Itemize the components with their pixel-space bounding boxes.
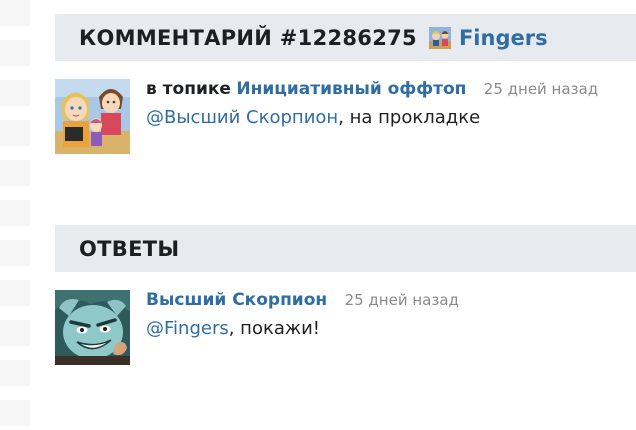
replies-title: ОТВЕТЫ — [79, 236, 180, 261]
reply-text: , покажи! — [228, 318, 320, 339]
reply-meta: Высший Скорпион 25 дней назад — [146, 290, 459, 310]
comment-text: , на прокладке — [338, 107, 481, 128]
reply-author-link[interactable]: Высший Скорпион — [146, 290, 327, 310]
mention-link[interactable]: @Fingers — [146, 318, 229, 339]
replies-header: ОТВЕТЫ — [55, 225, 636, 272]
comment-author-name: Fingers — [458, 25, 548, 50]
author-mini-avatar-icon — [428, 26, 451, 49]
commenter-avatar[interactable] — [55, 79, 130, 154]
comment-header: КОММЕНТАРИЙ #12286275 Fingers — [55, 14, 636, 61]
left-sidebar-strip — [0, 0, 30, 430]
topic-prefix: в топике — [146, 79, 231, 99]
anime-girls-avatar-icon — [55, 79, 130, 154]
comment-body: @Высший Скорпион, на прокладке — [146, 107, 480, 129]
cartoon-face-avatar-icon — [55, 290, 130, 365]
comment-author-link[interactable]: Fingers — [428, 25, 548, 50]
comment-time[interactable]: 25 дней назад — [484, 80, 598, 98]
comment-meta: в топике Инициативный оффтоп 25 дней наз… — [146, 79, 598, 99]
reply-body: @Fingers, покажи! — [146, 318, 320, 340]
reply-author-avatar[interactable] — [55, 290, 130, 365]
reply-time[interactable]: 25 дней назад — [345, 291, 459, 309]
topic-link[interactable]: Инициативный оффтоп — [236, 79, 466, 99]
mention-link[interactable]: @Высший Скорпион — [146, 107, 338, 128]
comment-title: КОММЕНТАРИЙ #12286275 — [79, 25, 417, 50]
